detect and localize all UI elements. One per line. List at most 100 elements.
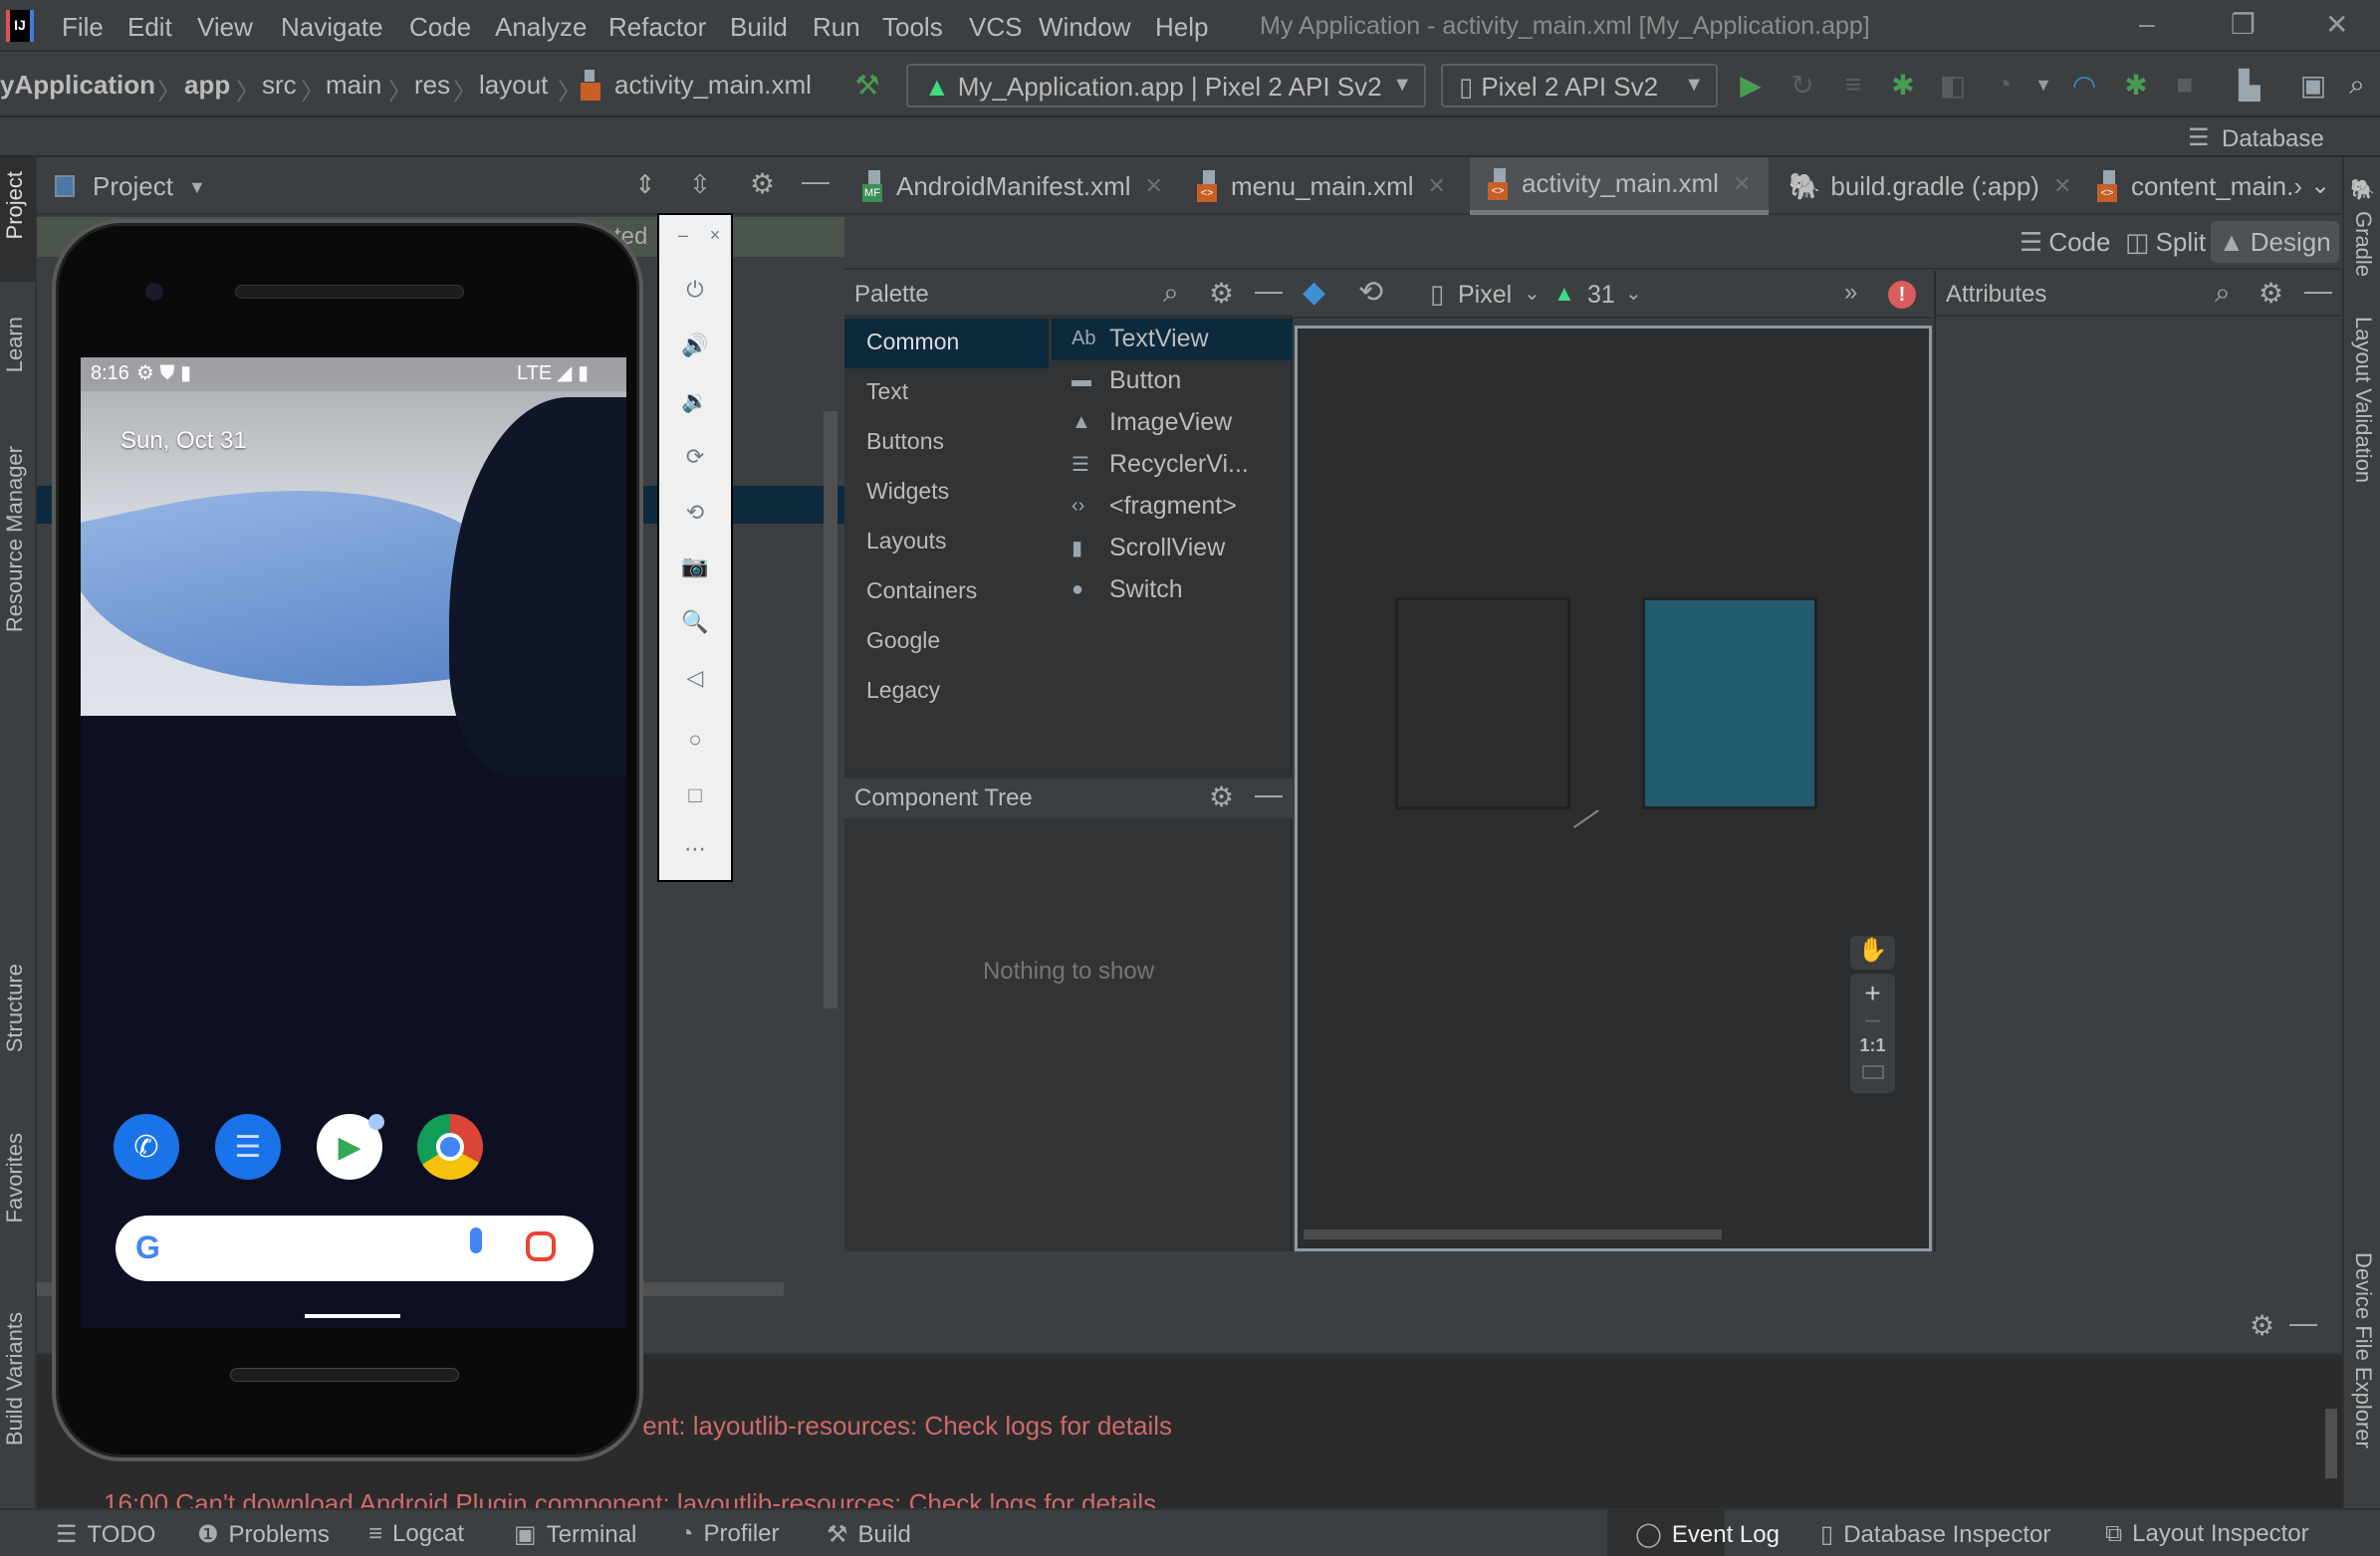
play-store-app-icon[interactable]: ▶: [317, 1114, 384, 1180]
tool-database-inspector[interactable]: ▯ Database Inspector: [1820, 1520, 2050, 1549]
error-indicator-icon[interactable]: !: [1888, 281, 1916, 309]
palette-category-containers[interactable]: Containers: [866, 577, 977, 604]
menu-help[interactable]: Help: [1155, 12, 1208, 43]
settings-gear-icon[interactable]: ⚙: [2259, 277, 2283, 310]
right-tab-layout-validation[interactable]: Layout Validation: [2350, 317, 2376, 483]
settings-gear-icon[interactable]: ⚙: [750, 167, 775, 200]
phone-app-icon[interactable]: ✆: [114, 1114, 179, 1180]
left-tab-favorites[interactable]: Favorites: [2, 1133, 28, 1223]
minimize-button[interactable]: –: [2139, 8, 2155, 40]
palette-item-button[interactable]: ▬ Button: [1071, 366, 1181, 395]
collapse-all-icon[interactable]: ⇳: [689, 169, 711, 200]
right-tab-device-file-explorer[interactable]: Device File Explorer: [2350, 1252, 2376, 1448]
tool-logcat[interactable]: ≡ Logcat: [368, 1520, 464, 1548]
date-widget[interactable]: Sun, Oct 31: [120, 427, 247, 455]
chevron-down-icon[interactable]: ▼: [188, 177, 206, 198]
close-tab-icon[interactable]: ✕: [1428, 173, 1446, 199]
menu-build[interactable]: Build: [730, 12, 788, 43]
search-icon[interactable]: ⌕: [2340, 68, 2374, 102]
debug-icon[interactable]: ✱: [1886, 68, 1920, 102]
run-icon[interactable]: ▶: [1734, 68, 1768, 102]
profile-icon[interactable]: ◔: [1987, 68, 2021, 102]
rotate-left-icon[interactable]: ⟳: [659, 444, 731, 470]
palette-category-legacy[interactable]: Legacy: [866, 677, 940, 704]
search-icon[interactable]: ⌕: [1163, 277, 1179, 310]
palette-item-imageview[interactable]: ▲ ImageView: [1071, 408, 1232, 437]
menu-analyze[interactable]: Analyze: [495, 12, 588, 43]
menu-tools[interactable]: Tools: [882, 12, 943, 43]
hide-panel-icon[interactable]: —: [2304, 275, 2332, 307]
zoom-icon[interactable]: 🔍: [659, 609, 731, 635]
hide-panel-icon[interactable]: —: [1255, 778, 1283, 810]
tool-terminal[interactable]: ▣ Terminal: [514, 1520, 636, 1549]
overview-icon[interactable]: □: [659, 782, 731, 808]
chevron-down-icon[interactable]: ⌄: [1524, 281, 1541, 306]
palette-item-scrollview[interactable]: ▮ ScrollView: [1071, 534, 1225, 562]
palette-category-text[interactable]: Text: [866, 378, 908, 405]
stop-icon[interactable]: ■: [2168, 68, 2202, 102]
attach-debugger-process-icon[interactable]: ✱: [2119, 68, 2153, 102]
design-canvas[interactable]: [1295, 326, 1932, 1251]
chrome-app-icon[interactable]: [417, 1114, 483, 1180]
google-search-bar[interactable]: G: [116, 1216, 594, 1281]
hide-panel-icon[interactable]: —: [802, 165, 830, 197]
palette-category-widgets[interactable]: Widgets: [866, 478, 949, 505]
settings-gear-icon[interactable]: ⚙: [1209, 780, 1234, 813]
menu-edit[interactable]: Edit: [127, 12, 172, 43]
apply-code-changes-icon[interactable]: ≡: [1836, 68, 1870, 102]
layers-design-blueprint-icon[interactable]: ◆: [1303, 275, 1325, 310]
chevron-down-icon[interactable]: ⌄: [1625, 281, 1642, 306]
build-hammer-icon[interactable]: ⚒: [850, 68, 884, 102]
close-tab-icon[interactable]: ✕: [1733, 171, 1751, 197]
close-tab-icon[interactable]: ✕: [2053, 173, 2071, 199]
attach-debugger-icon[interactable]: ◧: [1936, 68, 1970, 102]
palette-item-fragment[interactable]: ‹› <fragment>: [1071, 492, 1237, 521]
close-window-button[interactable]: ✕: [2325, 8, 2348, 41]
tool-build[interactable]: ⚒ Build: [827, 1520, 911, 1549]
palette-item-recyclerview[interactable]: ☰ RecyclerVi...: [1071, 450, 1249, 479]
project-vertical-scrollbar[interactable]: [824, 411, 837, 1008]
more-icon[interactable]: ⋯: [659, 836, 731, 862]
split-mode-button[interactable]: ◫ Split: [2117, 221, 2214, 263]
project-view-dropdown[interactable]: Project: [93, 171, 173, 202]
breadcrumb-main[interactable]: main: [326, 70, 381, 101]
left-tab-build-variants[interactable]: Build Variants: [2, 1312, 28, 1445]
messages-app-icon[interactable]: ☰: [215, 1114, 281, 1180]
device-dropdown[interactable]: ▯ Pixel 2 API Sv2 ▼: [1441, 64, 1718, 108]
palette-category-common[interactable]: Common: [866, 329, 959, 355]
tool-layout-inspector[interactable]: ⧉ Layout Inspector: [2105, 1520, 2309, 1548]
tab-menu-main[interactable]: <> menu_main.xml ✕: [1179, 157, 1468, 215]
tool-problems[interactable]: ❶ Problems: [197, 1520, 330, 1549]
code-mode-button[interactable]: ☰ Code: [2012, 221, 2118, 263]
profiler-gauge-icon[interactable]: ◠: [2067, 68, 2101, 102]
back-icon[interactable]: ◁: [659, 665, 731, 691]
palette-item-switch[interactable]: ● Switch: [1071, 575, 1183, 604]
apply-changes-icon[interactable]: ↻: [1785, 68, 1819, 102]
palette-category-buttons[interactable]: Buttons: [866, 428, 944, 455]
design-mode-button[interactable]: ▲ Design: [2211, 221, 2339, 263]
hide-panel-icon[interactable]: —: [1255, 275, 1283, 307]
power-icon[interactable]: ⏻: [659, 277, 731, 303]
breadcrumb-res[interactable]: res: [414, 70, 450, 101]
breadcrumb-project[interactable]: yApplication: [0, 70, 155, 101]
tabs-overflow-chevron-icon[interactable]: ⌄: [2310, 171, 2330, 200]
settings-gear-icon[interactable]: ⚙: [1209, 277, 1234, 310]
database-tool-button[interactable]: Database: [2222, 125, 2324, 153]
zoom-out-button[interactable]: –: [1850, 1003, 1895, 1034]
zoom-to-fit-icon[interactable]: [1862, 1065, 1884, 1079]
menu-code[interactable]: Code: [409, 12, 471, 43]
rotate-right-icon[interactable]: ⟲: [659, 500, 731, 526]
run-config-dropdown[interactable]: ▲ My_Application.app | Pixel 2 API Sv2 ▼: [906, 64, 1426, 108]
resize-handle-icon[interactable]: [1572, 809, 1610, 843]
menu-vcs[interactable]: VCS: [969, 12, 1022, 43]
orientation-icon[interactable]: ⟲: [1358, 275, 1383, 310]
palette-category-layouts[interactable]: Layouts: [866, 528, 947, 555]
device-selector[interactable]: Pixel: [1458, 281, 1512, 310]
menu-navigate[interactable]: Navigate: [281, 12, 383, 43]
tab-build-gradle[interactable]: 🐘 build.gradle (:app) ✕: [1771, 157, 2079, 215]
tool-event-log[interactable]: ◯ Event Log: [1635, 1520, 1780, 1549]
volume-up-icon[interactable]: 🔊: [659, 333, 731, 358]
tool-profiler[interactable]: ◔ Profiler: [679, 1520, 780, 1548]
log-vertical-scrollbar[interactable]: [2325, 1409, 2337, 1478]
tab-content-main[interactable]: <> content_main.›: [2079, 157, 2308, 215]
